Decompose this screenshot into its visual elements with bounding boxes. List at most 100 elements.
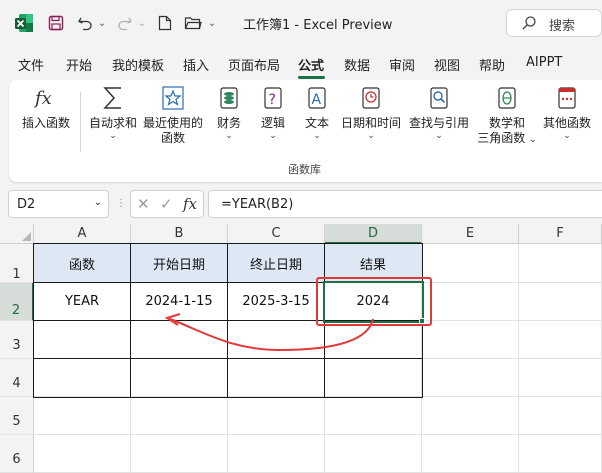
text-a-icon: A [304, 84, 330, 112]
row-header-3[interactable]: 3 [0, 321, 34, 359]
cell-d5[interactable] [325, 397, 422, 435]
more-functions-button[interactable]: 其他函数 ⌄ [539, 84, 595, 141]
cell-a2[interactable]: YEAR [34, 283, 131, 321]
formula-input[interactable]: =YEAR(B2) [208, 190, 602, 218]
column-header-a[interactable]: A [34, 224, 131, 244]
date-time-button[interactable]: 日期和时间 ⌄ [339, 84, 403, 141]
tab-review[interactable]: 审阅 [389, 55, 415, 74]
resize-handle-icon[interactable]: ⋮ [116, 198, 126, 209]
ribbon-divider [80, 92, 81, 152]
fx-icon: fx [33, 84, 59, 112]
cell-a1[interactable]: 函数 [34, 244, 131, 283]
cell-b2[interactable]: 2024-1-15 [131, 283, 228, 321]
row-header-2[interactable]: 2 [0, 283, 34, 321]
cell-e2[interactable] [422, 283, 519, 321]
financial-button[interactable]: 财务 ⌄ [211, 84, 247, 141]
cell-e4[interactable] [422, 359, 519, 397]
insert-function-icon[interactable]: fx [183, 195, 197, 213]
cell-a5[interactable] [34, 397, 131, 435]
cell-d6[interactable] [325, 435, 422, 473]
insert-function-button[interactable]: fx 插入函数 [19, 84, 73, 131]
chevron-down-icon[interactable]: ⌄ [94, 197, 102, 208]
logical-label: 逻辑 [260, 116, 285, 130]
text-button[interactable]: A 文本 ⌄ [299, 84, 335, 141]
magnifier-icon [426, 84, 452, 112]
math-trig-button[interactable]: 数学和 三角函数 ⌄ [475, 84, 539, 148]
cell-c2[interactable]: 2025-3-15 [228, 283, 325, 321]
cell-f1[interactable] [519, 244, 602, 283]
tab-data[interactable]: 数据 [344, 55, 370, 74]
tab-help[interactable]: 帮助 [479, 55, 505, 74]
row-header-5[interactable]: 5 [0, 397, 34, 435]
lookup-reference-button[interactable]: 查找与引用 ⌄ [407, 84, 471, 141]
cancel-icon[interactable]: ✕ [137, 195, 150, 213]
select-all-corner[interactable] [0, 224, 34, 244]
cell-f4[interactable] [519, 359, 602, 397]
column-header-c[interactable]: C [228, 224, 325, 244]
cell-c6[interactable] [228, 435, 325, 473]
window-title: 工作簿1 - Excel Preview [243, 18, 393, 33]
tab-my-templates[interactable]: 我的模板 [112, 55, 164, 74]
column-header-b[interactable]: B [131, 224, 228, 244]
cell-c4[interactable] [228, 359, 325, 397]
row-header-1[interactable]: 1 [0, 244, 34, 283]
column-header-d[interactable]: D [325, 224, 422, 244]
cell-e1[interactable] [422, 244, 519, 283]
sigma-icon [100, 84, 126, 112]
cell-b1[interactable]: 开始日期 [131, 244, 228, 283]
tab-formulas[interactable]: 公式 [298, 55, 324, 74]
column-header-f[interactable]: F [519, 224, 602, 244]
cell-c3[interactable] [228, 321, 325, 359]
new-file-icon[interactable] [154, 12, 176, 34]
row-header-4[interactable]: 4 [0, 359, 34, 397]
tab-file[interactable]: 文件 [18, 55, 44, 74]
cell-e3[interactable] [422, 321, 519, 359]
tab-page-layout[interactable]: 页面布局 [228, 55, 280, 74]
redo-dropdown-icon[interactable]: ⌄ [136, 12, 148, 34]
row-header-6[interactable]: 6 [0, 435, 34, 473]
recently-used-label: 最近使用的 [142, 116, 203, 130]
formula-buttons: ✕ ✓ fx [130, 190, 204, 218]
customize-toolbar-icon[interactable]: ⌄ [206, 12, 218, 34]
autosum-label: 自动求和 [88, 116, 137, 130]
undo-icon[interactable] [74, 12, 96, 34]
cell-d1[interactable]: 结果 [325, 244, 422, 283]
open-folder-icon[interactable] [182, 12, 204, 34]
column-header-e[interactable]: E [422, 224, 519, 244]
undo-dropdown-icon[interactable]: ⌄ [96, 12, 108, 34]
coin-stack-icon [216, 84, 242, 112]
name-box[interactable]: D2 ⌄ [8, 190, 109, 218]
search-input[interactable]: 搜索 [506, 9, 602, 37]
cell-c1[interactable]: 终止日期 [228, 244, 325, 283]
cell-f6[interactable] [519, 435, 602, 473]
cell-f2[interactable] [519, 283, 602, 321]
cell-a6[interactable] [34, 435, 131, 473]
redo-icon[interactable] [114, 12, 136, 34]
cell-b3[interactable] [131, 321, 228, 359]
fill-handle[interactable] [419, 318, 425, 324]
recently-used-button[interactable]: 最近使用的 函数 [141, 84, 205, 146]
cell-e5[interactable] [422, 397, 519, 435]
save-icon[interactable] [44, 12, 68, 34]
logical-button[interactable]: ? 逻辑 ⌄ [255, 84, 291, 141]
name-box-value: D2 [17, 197, 36, 212]
cell-f5[interactable] [519, 397, 602, 435]
cell-a3[interactable] [34, 321, 131, 359]
tab-aippt[interactable]: AIPPT [526, 55, 562, 70]
cell-f3[interactable] [519, 321, 602, 359]
cell-b6[interactable] [131, 435, 228, 473]
cell-d4[interactable] [325, 359, 422, 397]
cell-b5[interactable] [131, 397, 228, 435]
tab-view[interactable]: 视图 [434, 55, 460, 74]
cell-c5[interactable] [228, 397, 325, 435]
autosum-button[interactable]: 自动求和 ⌄ [87, 84, 139, 141]
cell-a4[interactable] [34, 359, 131, 397]
more-functions-icon [554, 84, 580, 112]
cell-e6[interactable] [422, 435, 519, 473]
tab-home[interactable]: 开始 [66, 55, 92, 74]
enter-check-icon[interactable]: ✓ [160, 195, 173, 213]
cell-d3[interactable] [325, 321, 422, 359]
cell-b4[interactable] [131, 359, 228, 397]
cell-d2[interactable]: 2024 [325, 283, 422, 321]
tab-insert[interactable]: 插入 [183, 55, 209, 74]
